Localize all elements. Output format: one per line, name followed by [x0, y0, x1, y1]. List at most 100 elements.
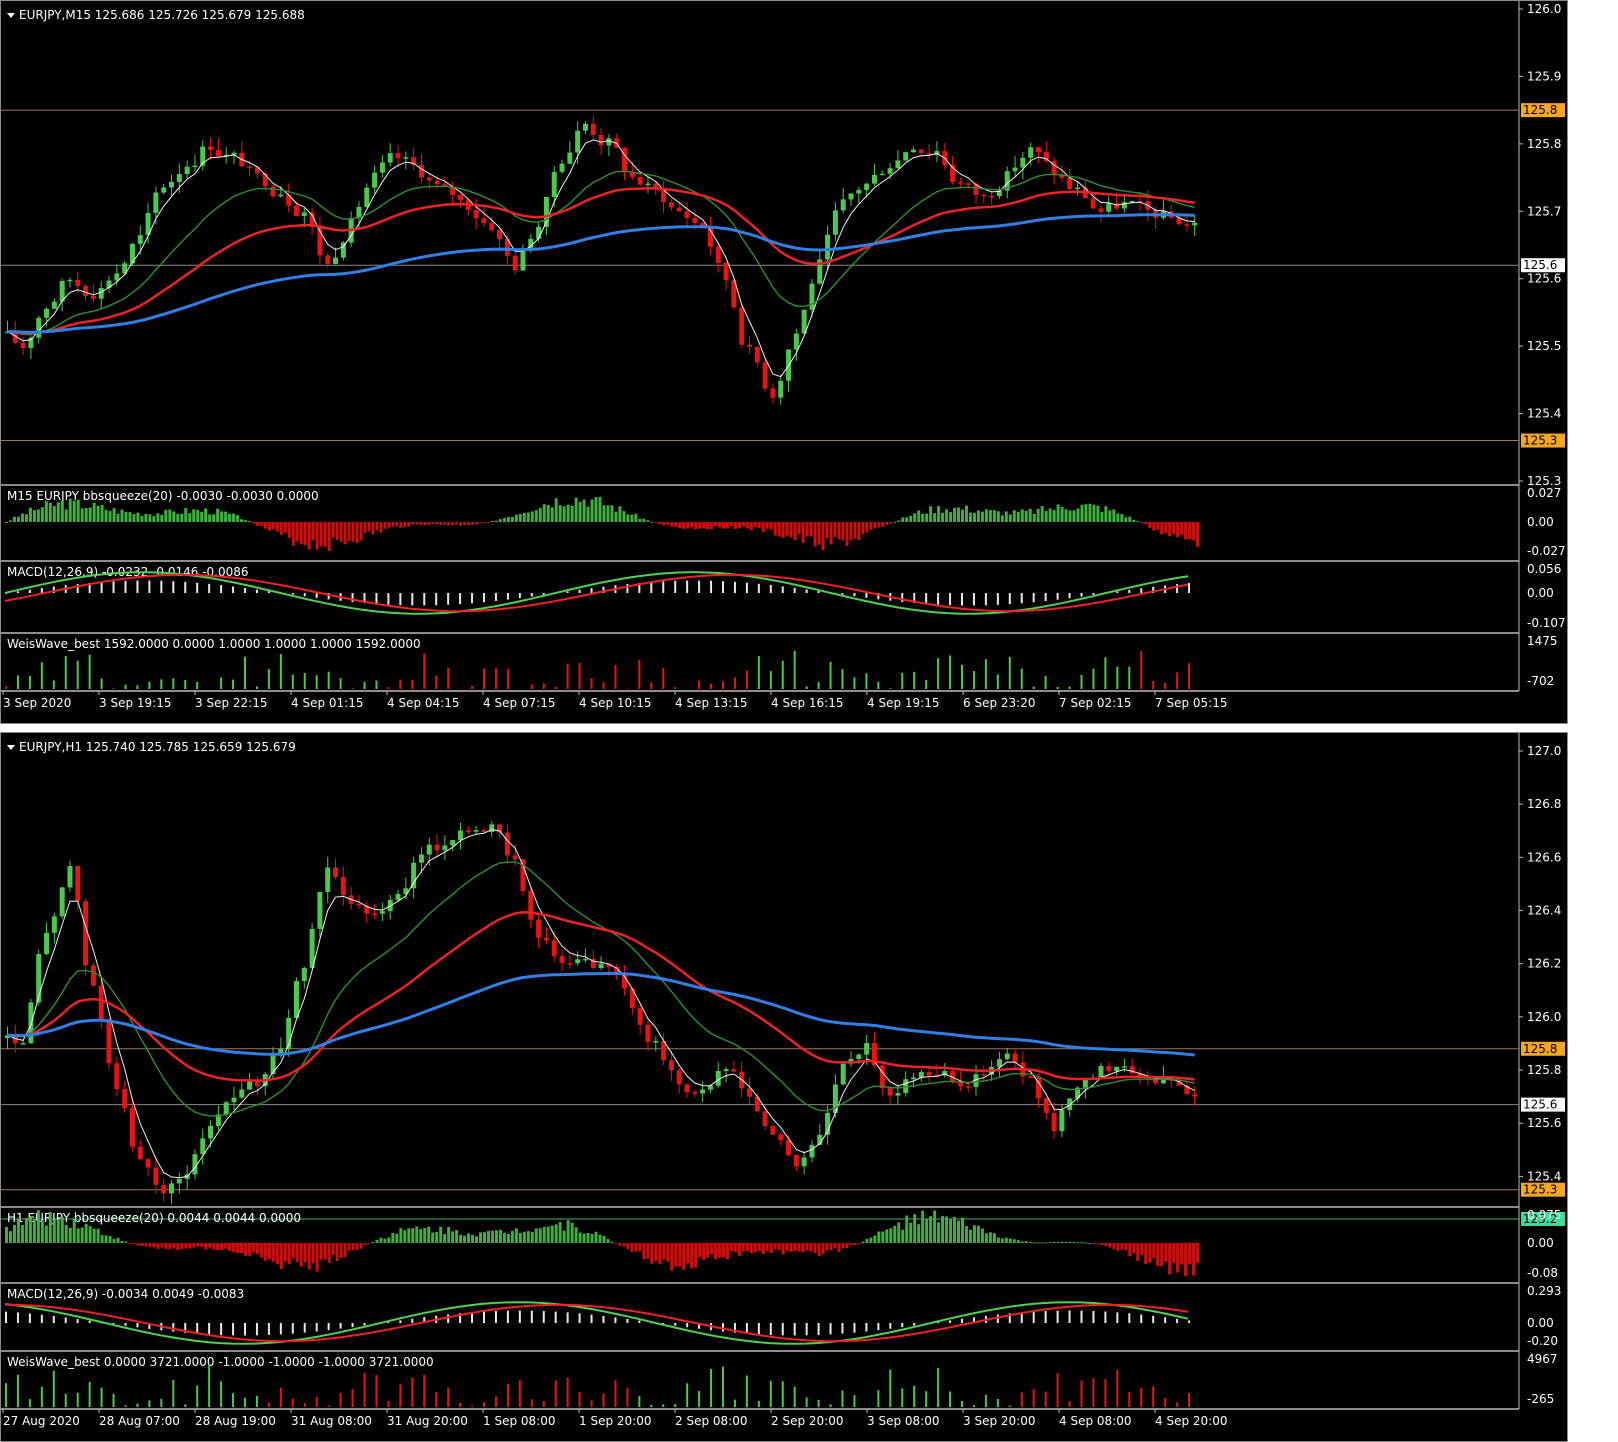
candle-bear[interactable] [770, 1126, 776, 1135]
candle-bull[interactable] [567, 152, 573, 164]
candle-bear[interactable] [723, 262, 729, 281]
candle-bull[interactable] [809, 1144, 815, 1158]
candle-bull[interactable] [1075, 187, 1081, 190]
candle-bear[interactable] [340, 877, 346, 896]
candle-bull[interactable] [809, 283, 815, 310]
candle-bear[interactable] [333, 867, 339, 878]
candle-bear[interactable] [1067, 177, 1073, 190]
candle-bull[interactable] [856, 189, 862, 194]
candle-bull[interactable] [44, 932, 50, 955]
candle-bull[interactable] [176, 174, 182, 182]
candle-bear[interactable] [75, 866, 81, 902]
candle-bear[interactable] [567, 963, 573, 965]
candle-bear[interactable] [1090, 198, 1096, 209]
candle-bear[interactable] [926, 1072, 932, 1076]
candle-bull[interactable] [575, 959, 581, 964]
candle-bear[interactable] [598, 135, 604, 146]
candle-bear[interactable] [504, 832, 510, 856]
candle-bull[interactable] [1004, 1053, 1010, 1060]
candle-bear[interactable] [161, 1184, 167, 1194]
candle-bear[interactable] [497, 229, 503, 240]
candle-bull[interactable] [67, 866, 73, 888]
candle-bull[interactable] [793, 333, 799, 350]
candle-bear[interactable] [145, 1159, 151, 1168]
candle-bull[interactable] [551, 171, 557, 197]
candle-bear[interactable] [692, 217, 698, 223]
candle-bear[interactable] [1184, 224, 1190, 226]
candle-bear[interactable] [1028, 1076, 1034, 1078]
candle-bull[interactable] [1020, 157, 1026, 168]
candle-bull[interactable] [426, 844, 432, 855]
candle-bull[interactable] [208, 1125, 214, 1139]
candle-bull[interactable] [1059, 1110, 1065, 1132]
candle-bear[interactable] [965, 1086, 971, 1088]
candle-bear[interactable] [887, 1088, 893, 1096]
candle-bear[interactable] [668, 202, 674, 208]
candle-bull[interactable] [379, 911, 385, 914]
candle-bear[interactable] [731, 1069, 737, 1072]
candle-bear[interactable] [981, 1074, 987, 1076]
candle-bear[interactable] [325, 255, 331, 264]
chevron-down-icon[interactable] [7, 13, 15, 18]
candle-bull[interactable] [911, 149, 917, 153]
candle-bull[interactable] [137, 235, 143, 244]
chart-canvas-h1[interactable]: 127.0 126.8 126.6 126.4 126.2 126.0 125.8 125.6… [1, 733, 1568, 1442]
candle-bear[interactable] [957, 182, 963, 184]
candle-bear[interactable] [90, 965, 96, 986]
candle-bull[interactable] [192, 165, 198, 168]
candle-bear[interactable] [270, 186, 276, 197]
candle-bear[interactable] [965, 183, 971, 185]
candle-bull[interactable] [801, 1157, 807, 1167]
candle-bear[interactable] [786, 1140, 792, 1155]
candle-bear[interactable] [208, 146, 214, 150]
candle-bull[interactable] [575, 130, 581, 153]
candle-bear[interactable] [551, 940, 557, 957]
candle-bull[interactable] [403, 157, 409, 159]
candle-bull[interactable] [59, 887, 65, 917]
candle-bear[interactable] [590, 123, 596, 136]
candle-bull[interactable] [1028, 147, 1034, 158]
candle-bull[interactable] [707, 1085, 713, 1090]
candle-bear[interactable] [762, 362, 768, 389]
candle-bull[interactable] [442, 845, 448, 851]
candle-bear[interactable] [153, 1167, 159, 1185]
candle-bull[interactable] [169, 181, 175, 188]
candle-bull[interactable] [301, 967, 307, 981]
candle-bull[interactable] [840, 199, 846, 211]
candle-bull[interactable] [1067, 1098, 1073, 1111]
candle-bull[interactable] [879, 173, 885, 176]
candle-bear[interactable] [512, 855, 518, 860]
candle-bull[interactable] [317, 891, 323, 929]
candle-bear[interactable] [395, 153, 401, 159]
candle-bear[interactable] [426, 177, 432, 181]
candle-bull[interactable] [582, 123, 588, 131]
candle-bull[interactable] [996, 1059, 1002, 1067]
candle-bear[interactable] [918, 149, 924, 154]
candle-bear[interactable] [481, 830, 487, 832]
candle-bull[interactable] [153, 192, 159, 213]
candle-bull[interactable] [169, 1183, 175, 1194]
candle-bull[interactable] [645, 183, 651, 186]
candle-bull[interactable] [864, 1043, 870, 1055]
candle-bull[interactable] [536, 226, 542, 239]
candle-bear[interactable] [465, 830, 471, 832]
candle-bull[interactable] [372, 172, 378, 188]
candle-bear[interactable] [559, 956, 565, 964]
candle-bear[interactable] [356, 903, 362, 906]
candle-bull[interactable] [700, 1089, 706, 1094]
candle-bear[interactable] [715, 246, 721, 263]
candle-bear[interactable] [684, 1084, 690, 1093]
candle-bear[interactable] [215, 149, 221, 157]
candle-bull[interactable] [1012, 167, 1018, 172]
candle-bull[interactable] [458, 830, 464, 841]
candle-bear[interactable] [676, 207, 682, 212]
candle-bull[interactable] [1106, 203, 1112, 212]
candle-bear[interactable] [692, 1092, 698, 1094]
candle-bear[interactable] [458, 194, 464, 200]
candle-bear[interactable] [739, 307, 745, 345]
candle-bear[interactable] [122, 1089, 128, 1108]
candle-bear[interactable] [512, 255, 518, 271]
candle-bull[interactable] [364, 187, 370, 207]
candle-bear[interactable] [622, 147, 628, 173]
candle-bull[interactable] [598, 963, 604, 969]
